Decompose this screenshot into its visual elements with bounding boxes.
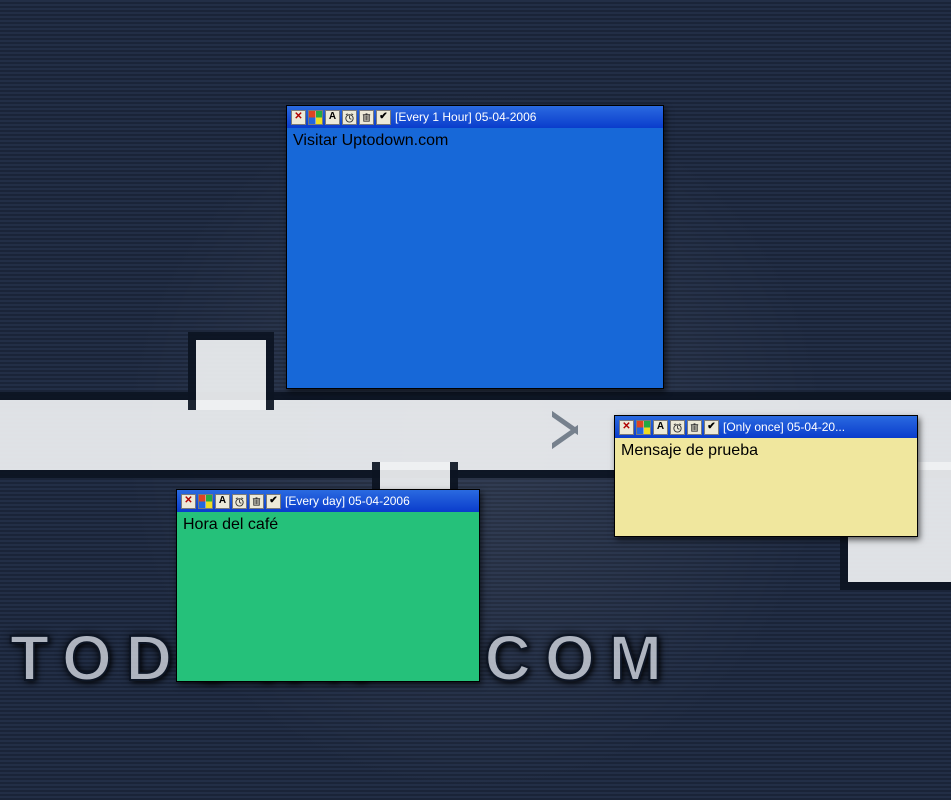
note-date: 05-04-20... bbox=[787, 420, 845, 434]
alarm-icon[interactable] bbox=[670, 420, 685, 435]
color-picker-icon[interactable] bbox=[308, 110, 323, 125]
color-picker-icon[interactable] bbox=[198, 494, 213, 509]
note-body[interactable]: Hora del café bbox=[177, 512, 479, 681]
sticky-note-blue[interactable]: ✕ A ✔ [Every 1 Hour] 05-04-2006 Visitar … bbox=[286, 105, 664, 389]
check-icon[interactable]: ✔ bbox=[704, 420, 719, 435]
close-icon[interactable]: ✕ bbox=[619, 420, 634, 435]
note-date: 05-04-2006 bbox=[475, 110, 536, 124]
note-titlebar[interactable]: ✕ A ✔ [Only once] 05-04-20... bbox=[615, 416, 917, 438]
note-titlebar[interactable]: ✕ A ✔ [Every day] 05-04-2006 bbox=[177, 490, 479, 512]
wallpaper-stub bbox=[188, 332, 274, 410]
sticky-note-yellow[interactable]: ✕ A ✔ [Only once] 05-04-20... Mensaje de… bbox=[614, 415, 918, 537]
trash-icon[interactable] bbox=[249, 494, 264, 509]
note-titlebar[interactable]: ✕ A ✔ [Every 1 Hour] 05-04-2006 bbox=[287, 106, 663, 128]
note-frequency: [Every 1 Hour] bbox=[395, 110, 472, 124]
note-body[interactable]: Mensaje de prueba bbox=[615, 438, 917, 536]
sticky-note-green[interactable]: ✕ A ✔ [Every day] 05-04-2006 Hora del ca… bbox=[176, 489, 480, 682]
desktop-wallpaper: TODOWN ▪ COM ✕ A ✔ [Every 1 Hour] 05-04-… bbox=[0, 0, 951, 800]
alarm-icon[interactable] bbox=[232, 494, 247, 509]
alarm-icon[interactable] bbox=[342, 110, 357, 125]
note-title-text: [Every 1 Hour] 05-04-2006 bbox=[395, 110, 536, 124]
note-body[interactable]: Visitar Uptodown.com bbox=[287, 128, 663, 388]
note-title-text: [Only once] 05-04-20... bbox=[723, 420, 845, 434]
check-icon[interactable]: ✔ bbox=[266, 494, 281, 509]
note-title-text: [Every day] 05-04-2006 bbox=[285, 494, 410, 508]
color-picker-icon[interactable] bbox=[636, 420, 651, 435]
font-icon[interactable]: A bbox=[215, 494, 230, 509]
font-icon[interactable]: A bbox=[653, 420, 668, 435]
close-icon[interactable]: ✕ bbox=[181, 494, 196, 509]
note-frequency: [Only once] bbox=[723, 420, 784, 434]
note-frequency: [Every day] bbox=[285, 494, 345, 508]
wallpaper-chevron-icon bbox=[552, 410, 578, 450]
trash-icon[interactable] bbox=[687, 420, 702, 435]
font-icon[interactable]: A bbox=[325, 110, 340, 125]
note-date: 05-04-2006 bbox=[348, 494, 409, 508]
check-icon[interactable]: ✔ bbox=[376, 110, 391, 125]
close-icon[interactable]: ✕ bbox=[291, 110, 306, 125]
trash-icon[interactable] bbox=[359, 110, 374, 125]
